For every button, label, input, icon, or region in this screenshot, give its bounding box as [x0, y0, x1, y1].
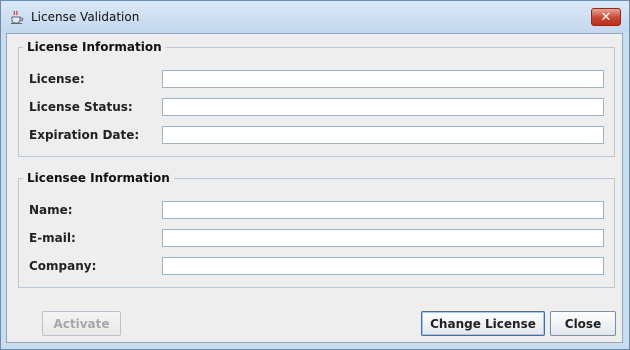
- close-icon: ✕: [600, 9, 612, 25]
- license-row: License:: [29, 70, 611, 90]
- java-coffee-cup-icon: [9, 9, 25, 25]
- expiration-date-row: Expiration Date:: [29, 126, 611, 146]
- window-title: License Validation: [31, 10, 140, 24]
- licensee-information-legend: Licensee Information: [27, 171, 170, 185]
- email-label: E-mail:: [29, 231, 76, 245]
- license-status-row: License Status:: [29, 98, 611, 118]
- activate-button[interactable]: Activate: [42, 311, 121, 336]
- change-license-button[interactable]: Change License: [421, 311, 545, 336]
- company-field[interactable]: [162, 257, 604, 275]
- name-field[interactable]: [162, 201, 604, 219]
- license-information-group: License Information License: License Sta…: [18, 40, 615, 157]
- title-bar[interactable]: License Validation ✕: [1, 1, 629, 33]
- close-button[interactable]: Close: [550, 311, 616, 336]
- expiration-date-field[interactable]: [162, 126, 604, 144]
- company-label: Company:: [29, 259, 97, 273]
- company-row: Company:: [29, 257, 611, 277]
- licensee-information-group: Licensee Information Name: E-mail: Compa…: [18, 171, 615, 288]
- email-row: E-mail:: [29, 229, 611, 249]
- expiration-date-label: Expiration Date:: [29, 128, 140, 142]
- name-label: Name:: [29, 203, 73, 217]
- license-field[interactable]: [162, 70, 604, 88]
- license-status-label: License Status:: [29, 100, 133, 114]
- close-window-button[interactable]: ✕: [591, 8, 621, 26]
- license-validation-window: License Validation ✕ License Information…: [0, 0, 630, 350]
- email-field[interactable]: [162, 229, 604, 247]
- dialog-content: License Information License: License Sta…: [6, 33, 623, 343]
- license-status-field[interactable]: [162, 98, 604, 116]
- license-label: License:: [29, 72, 85, 86]
- license-information-legend: License Information: [27, 40, 162, 54]
- name-row: Name:: [29, 201, 611, 221]
